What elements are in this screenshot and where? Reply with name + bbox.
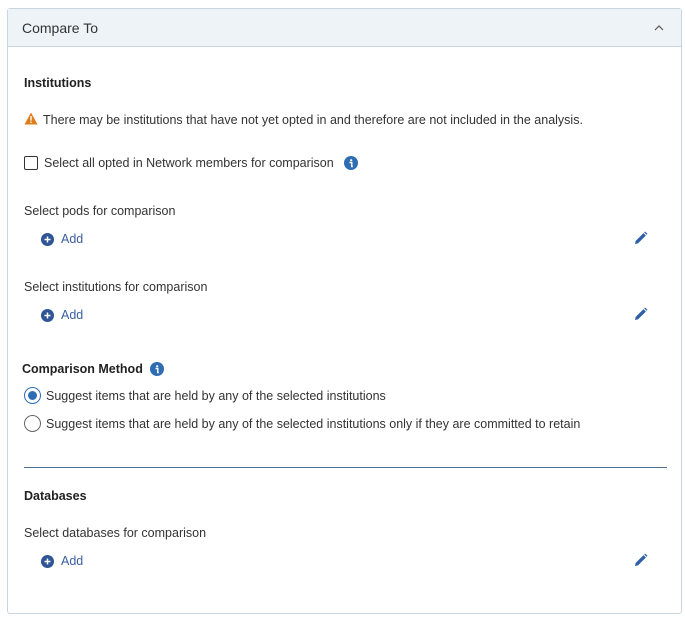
edit-institutions-pencil-icon[interactable] [633, 307, 649, 323]
edit-pods-pencil-icon[interactable] [633, 231, 649, 247]
radio-held-any[interactable] [24, 387, 41, 404]
add-institutions-button[interactable]: Add [41, 308, 83, 322]
institutions-select-label: Select institutions for comparison [24, 280, 208, 294]
comparison-option-held[interactable]: Suggest items that are held by any of th… [24, 387, 386, 404]
pods-label: Select pods for comparison [24, 204, 176, 218]
add-pods-label: Add [61, 232, 84, 246]
panel-header[interactable]: Compare To [8, 9, 681, 47]
institutions-heading: Institutions [24, 76, 92, 90]
radio-committed-retain[interactable] [24, 415, 41, 432]
databases-label: Select databases for comparison [24, 526, 207, 540]
compare-to-panel: Compare To [7, 8, 682, 614]
section-divider [24, 467, 667, 468]
add-databases-label: Add [61, 554, 84, 568]
comparison-option-retain[interactable]: Suggest items that are held by any of th… [24, 415, 580, 432]
plus-circle-icon [41, 308, 54, 322]
warning-text: There may be institutions that have not … [43, 113, 583, 127]
info-icon[interactable] [343, 156, 358, 170]
radio-held-any-label[interactable]: Suggest items that are held by any of th… [46, 389, 386, 403]
comparison-method-heading: Comparison Method [22, 362, 143, 376]
select-all-checkbox[interactable] [24, 156, 38, 170]
edit-databases-pencil-icon[interactable] [633, 553, 649, 569]
databases-heading: Databases [24, 489, 87, 503]
plus-circle-icon [41, 554, 54, 568]
radio-committed-retain-label[interactable]: Suggest items that are held by any of th… [46, 417, 580, 431]
add-databases-button[interactable]: Add [41, 554, 83, 568]
institutions-warning: There may be institutions that have not … [24, 112, 583, 128]
select-all-label[interactable]: Select all opted in Network members for … [44, 156, 334, 170]
info-icon[interactable] [149, 362, 164, 376]
plus-circle-icon [41, 232, 54, 246]
select-all-row: Select all opted in Network members for … [24, 156, 358, 170]
warning-icon [24, 112, 38, 128]
add-pods-button[interactable]: Add [41, 232, 83, 246]
comparison-method-heading-row: Comparison Method [22, 362, 164, 376]
add-institutions-label: Add [61, 308, 84, 322]
panel-title: Compare To [22, 19, 99, 36]
chevron-up-icon[interactable] [651, 20, 667, 36]
